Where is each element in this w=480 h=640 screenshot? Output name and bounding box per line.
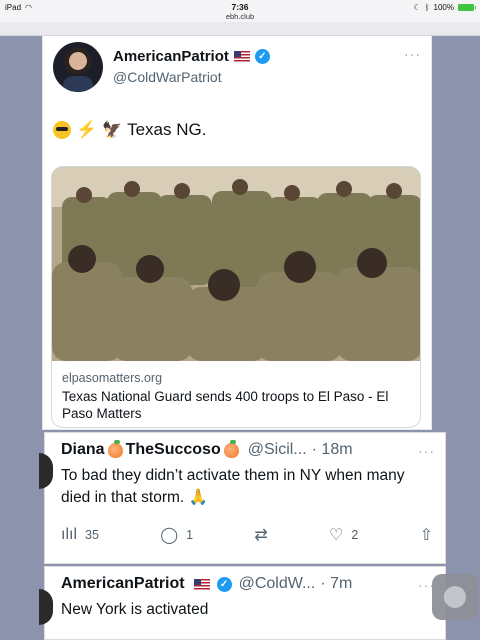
link-title[interactable]: Texas National Guard sends 400 troops to… [62,388,412,422]
author-name[interactable]: AmericanPatriot [113,48,229,65]
reply-text: To bad they didn’t activate them in NY w… [61,465,431,509]
link-meta[interactable]: elpasomatters.org Texas National Guard s… [52,361,420,427]
heart-icon: ♡ [329,527,344,544]
like-count: 2 [351,528,359,542]
bluetooth-icon: ᛒ [424,3,430,12]
views-button[interactable]: ılıl 35 [61,526,99,544]
share-button[interactable]: ⇧ [420,525,433,545]
avatar[interactable] [39,589,53,625]
reply-body: New York is activated [61,601,209,618]
reply-actions: ılıl 35 ◯ 1 ⇄ ♡ 2 ⇧ [61,525,433,545]
reply-time[interactable]: · 18m [312,441,353,459]
verified-badge-icon: ✓ [254,49,270,64]
sunglasses-emoji-icon [53,121,71,139]
verified-badge-icon: ✓ [216,576,232,592]
tweet-body: Texas NG. [127,120,207,139]
more-options-icon[interactable]: ··· [418,443,435,459]
reply-time[interactable]: · 7m [320,575,352,593]
us-flag-icon [233,51,250,62]
browser-toolbar [0,22,480,36]
avatar[interactable] [39,453,53,489]
praying-hands-emoji-icon: 🙏 [188,489,208,506]
status-bar: iPad ◠ 7:36 ebh.club ☾ ᛒ 100% [0,0,480,22]
reply-handle[interactable]: @Sicil... [248,441,307,459]
clock: 7:36 [231,2,249,12]
reply-author-second[interactable]: TheSuccoso [126,441,221,459]
us-flag-icon [193,578,210,590]
author-handle[interactable]: @ColdWarPatriot [113,69,222,85]
author-name-line[interactable]: AmericanPatriot ✓ [113,48,270,65]
share-icon: ⇧ [419,527,433,544]
like-button[interactable]: ♡ 2 [329,525,358,545]
lightning-emoji-icon: ⚡ [76,120,98,139]
main-tweet-card[interactable]: AmericanPatriot ✓ @ColdWarPatriot ··· ⚡ … [42,36,432,430]
avatar[interactable] [53,42,103,92]
news-photo-troops[interactable] [52,167,421,361]
tweet-text: ⚡ 🦅 Texas NG. [53,120,206,140]
battery-percent: 100% [433,3,454,12]
reply-card-diana[interactable]: Diana TheSuccoso @Sicil... · 18m ··· To … [39,432,446,564]
link-preview-card[interactable]: elpasomatters.org Texas National Guard s… [51,166,421,428]
views-count: 35 [85,528,99,542]
reply-bubble-icon: ◯ [160,527,179,544]
moon-icon: ☾ [413,3,421,12]
reply-button[interactable]: ◯ 1 [160,525,193,545]
reply-handle[interactable]: @ColdW... [239,575,316,593]
link-domain[interactable]: elpasomatters.org [62,371,412,385]
peach-emoji-icon [223,439,239,458]
assistive-touch-button[interactable] [432,574,478,620]
retweet-button[interactable]: ⇄ [254,525,267,545]
retweet-icon: ⇄ [254,527,268,544]
reply-author-first[interactable]: Diana [61,441,105,459]
more-options-icon[interactable]: ··· [404,46,421,62]
eagle-emoji-icon: 🦅 [102,122,123,139]
reply-card-americanpatriot[interactable]: AmericanPatriot ✓ @ColdW... · 7m ··· New… [39,566,446,640]
views-chart-icon: ılıl [61,526,77,543]
reply-author-line[interactable]: AmericanPatriot ✓ @ColdW... · 7m [61,575,352,593]
reply-body: To bad they didn’t activate them in NY w… [61,467,405,506]
reply-author-name[interactable]: AmericanPatriot [61,575,185,593]
reply-count: 1 [186,528,194,542]
peach-emoji-icon [107,439,123,458]
reply-author-line[interactable]: Diana TheSuccoso @Sicil... · 18m [61,439,353,459]
address-bar-url[interactable]: ebh.club [0,12,480,21]
battery-icon [458,4,476,11]
